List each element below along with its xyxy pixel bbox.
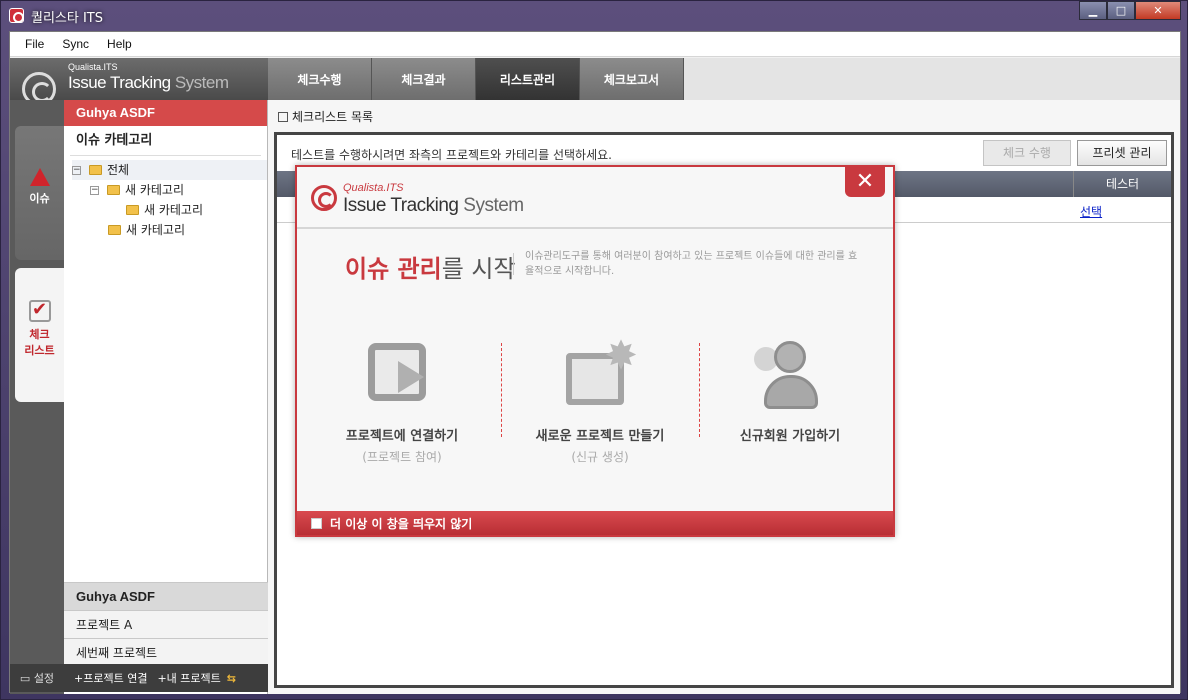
category-title: 이슈 카테고리 <box>70 126 261 156</box>
minimize-button[interactable]: ▁ <box>1079 1 1107 20</box>
folder-icon <box>89 165 102 175</box>
headline-rest: 를 시작 <box>441 255 516 283</box>
collapse-icon[interactable]: − <box>72 165 81 175</box>
project-item[interactable]: 프로젝트 A <box>64 610 268 638</box>
list-icon <box>278 111 288 122</box>
column-tester[interactable]: 테스터 <box>1073 171 1171 197</box>
nav-issue-label: 이슈 <box>29 192 50 205</box>
welcome-dialog: Qualista.ITS Issue Tracking System ✕ 이슈 … <box>295 165 895 537</box>
folder-icon <box>107 185 120 195</box>
dialog-logo-small: Qualista.ITS <box>343 182 404 194</box>
tree-label: 새 카테고리 <box>144 203 204 217</box>
close-dialog-button[interactable]: ✕ <box>845 167 885 197</box>
divider <box>513 253 514 275</box>
tree-node-category[interactable]: − 새 카테고리 <box>72 180 267 200</box>
title-bar: 퀄리스타 ITS ▁ □ ✕ <box>1 1 1188 31</box>
warning-icon <box>29 168 50 186</box>
dont-show-label: 더 이상 이 창을 띄우지 않기 <box>330 516 473 531</box>
new-project-option[interactable]: ✸ 새로운 프로젝트 만들기 (신규 생성) <box>505 336 695 465</box>
connect-project-option[interactable]: 프로젝트에 연결하기 (프로젝트 참여) <box>307 339 497 465</box>
tree-node-all[interactable]: − 전체 <box>72 160 267 180</box>
tree-label: 전체 <box>107 163 130 177</box>
close-window-button[interactable]: ✕ <box>1135 1 1181 20</box>
preset-manage-button[interactable]: 프리셋 관리 <box>1077 140 1167 166</box>
nav-check-label-1: 체크 <box>29 328 50 341</box>
app-window: 퀄리스타 ITS ▁ □ ✕ File Sync Help Qualista.I… <box>0 0 1188 700</box>
select-link[interactable]: 선택 <box>1080 203 1102 220</box>
menu-file[interactable]: File <box>16 37 53 51</box>
dialog-body: Qualista.ITS Issue Tracking System ✕ 이슈 … <box>297 167 893 511</box>
nav-check-label-2: 리스트 <box>24 344 55 357</box>
instruction-text: 테스트를 수행하시려면 좌측의 프로젝트와 카테리를 선택하세요. <box>291 148 612 162</box>
dialog-logo-big: Issue Tracking System <box>343 195 524 216</box>
user-icon <box>752 339 828 415</box>
option-sub: (신규 생성) <box>571 450 629 464</box>
logo-small-text: Qualista.ITS <box>68 62 118 72</box>
project-item[interactable]: 세번째 프로젝트 <box>64 638 268 666</box>
headline-highlight: 이슈 관리 <box>345 255 442 283</box>
menu-bar: File Sync Help <box>10 32 1180 57</box>
connect-project-link[interactable]: +프로젝트 연결 <box>64 670 147 686</box>
folder-icon <box>126 205 139 215</box>
dont-show-again[interactable]: 더 이상 이 창을 띄우지 않기 <box>297 511 893 535</box>
bottom-bar: ▭ 설정 +프로젝트 연결 +내 프로젝트 ⇆ <box>10 664 268 692</box>
left-nav: 이슈 ✔ 체크 리스트 <box>10 100 64 694</box>
nav-issue[interactable]: 이슈 <box>15 126 64 260</box>
option-sub: (프로젝트 참여) <box>362 450 442 464</box>
tree-node-subcategory[interactable]: 새 카테고리 <box>72 200 267 220</box>
new-project-icon: ✸ <box>562 336 638 415</box>
menu-sync[interactable]: Sync <box>53 37 98 51</box>
project-item[interactable]: Guhya ASDF <box>64 582 268 610</box>
connect-icon <box>364 339 440 415</box>
dont-show-checkbox[interactable] <box>311 517 322 529</box>
swap-icon[interactable]: ⇆ <box>227 672 236 685</box>
logo-mark-icon <box>311 185 337 211</box>
window-title: 퀄리스타 ITS <box>31 11 103 26</box>
logo-big-text: Issue Tracking System <box>68 73 229 92</box>
maximize-button[interactable]: □ <box>1107 1 1135 20</box>
option-label: 프로젝트에 연결하기 <box>345 429 459 444</box>
option-label: 신규회원 가입하기 <box>739 429 841 444</box>
tree-node-category[interactable]: 새 카테고리 <box>72 220 267 240</box>
logo: Qualista.ITS Issue Tracking System <box>10 58 268 106</box>
app-header: Qualista.ITS Issue Tracking System 체크수행 … <box>10 58 1180 106</box>
divider <box>501 343 502 437</box>
dialog-description: 이슈관리도구를 통해 여러분이 참여하고 있는 프로젝트 이슈들에 대한 관리를… <box>525 251 858 277</box>
settings-button[interactable]: ▭ 설정 <box>10 670 64 686</box>
option-label: 새로운 프로젝트 만들기 <box>535 429 665 444</box>
my-project-link[interactable]: +내 프로젝트 <box>147 670 220 686</box>
tab-check-result[interactable]: 체크결과 <box>372 58 476 100</box>
menu-help[interactable]: Help <box>98 37 141 51</box>
checkmark-icon: ✔ <box>28 300 51 322</box>
signup-option[interactable]: 신규회원 가입하기 <box>695 339 885 444</box>
tree-label: 새 카테고리 <box>126 223 186 237</box>
collapse-icon[interactable]: − <box>90 185 99 195</box>
page-title-text: 체크리스트 목록 <box>292 110 374 124</box>
page-title: 체크리스트 목록 <box>278 108 373 125</box>
tab-check-run[interactable]: 체크수행 <box>268 58 372 100</box>
category-tree: − 전체 − 새 카테고리 새 카테고리 새 카테고리 <box>64 156 267 240</box>
tab-check-report[interactable]: 체크보고서 <box>580 58 684 100</box>
divider <box>297 227 893 229</box>
tab-list-manage[interactable]: 리스트관리 <box>476 58 580 100</box>
folder-icon <box>108 225 121 235</box>
dialog-headline: 이슈 관리 를 시작 <box>345 249 516 284</box>
app-icon <box>9 8 24 23</box>
project-panel: Guhya ASDF 이슈 카테고리 − 전체 − 새 카테고리 새 카테고리 <box>64 100 268 694</box>
project-list: Guhya ASDF 프로젝트 A 세번째 프로젝트 <box>64 582 268 666</box>
tree-label: 새 카테고리 <box>125 183 185 197</box>
run-check-button[interactable]: 체크 수행 <box>983 140 1071 166</box>
project-header[interactable]: Guhya ASDF <box>64 100 267 126</box>
nav-checklist[interactable]: ✔ 체크 리스트 <box>15 268 64 402</box>
main-tabs: 체크수행 체크결과 리스트관리 체크보고서 <box>268 58 684 100</box>
